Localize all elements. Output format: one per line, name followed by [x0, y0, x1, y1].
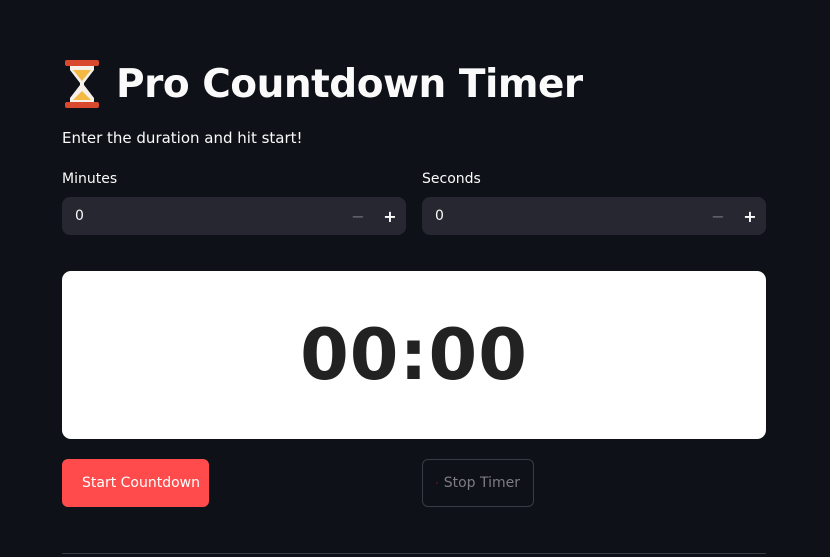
- minutes-field: Minutes − +: [62, 170, 406, 235]
- seconds-field: Seconds − +: [422, 170, 766, 235]
- app-page: Pro Countdown Timer Enter the duration a…: [0, 0, 830, 557]
- seconds-increment-button[interactable]: +: [734, 197, 766, 235]
- title-row: Pro Countdown Timer: [62, 56, 583, 112]
- minutes-decrement-button[interactable]: −: [342, 197, 374, 235]
- minutes-number-box: − +: [62, 197, 406, 235]
- page-subtitle: Enter the duration and hit start!: [62, 129, 303, 147]
- stop-timer-button[interactable]: Stop Timer: [422, 459, 534, 507]
- seconds-input[interactable]: [422, 197, 702, 235]
- start-countdown-label: Start Countdown: [82, 475, 201, 491]
- seconds-number-box: − +: [422, 197, 766, 235]
- divider: [62, 553, 766, 554]
- seconds-label: Seconds: [422, 171, 481, 187]
- minutes-label: Minutes: [62, 171, 118, 187]
- hourglass-icon: [65, 60, 99, 108]
- page-title: Pro Countdown Timer: [116, 61, 583, 107]
- stop-timer-label: Stop Timer: [443, 475, 520, 491]
- timer-value: 00:00: [300, 314, 528, 396]
- minutes-input[interactable]: [62, 197, 342, 235]
- start-countdown-button[interactable]: Start Countdown: [62, 459, 209, 507]
- timer-display: 00:00: [62, 271, 766, 439]
- minutes-increment-button[interactable]: +: [374, 197, 406, 235]
- red-circle-icon: [436, 482, 438, 484]
- seconds-decrement-button[interactable]: −: [702, 197, 734, 235]
